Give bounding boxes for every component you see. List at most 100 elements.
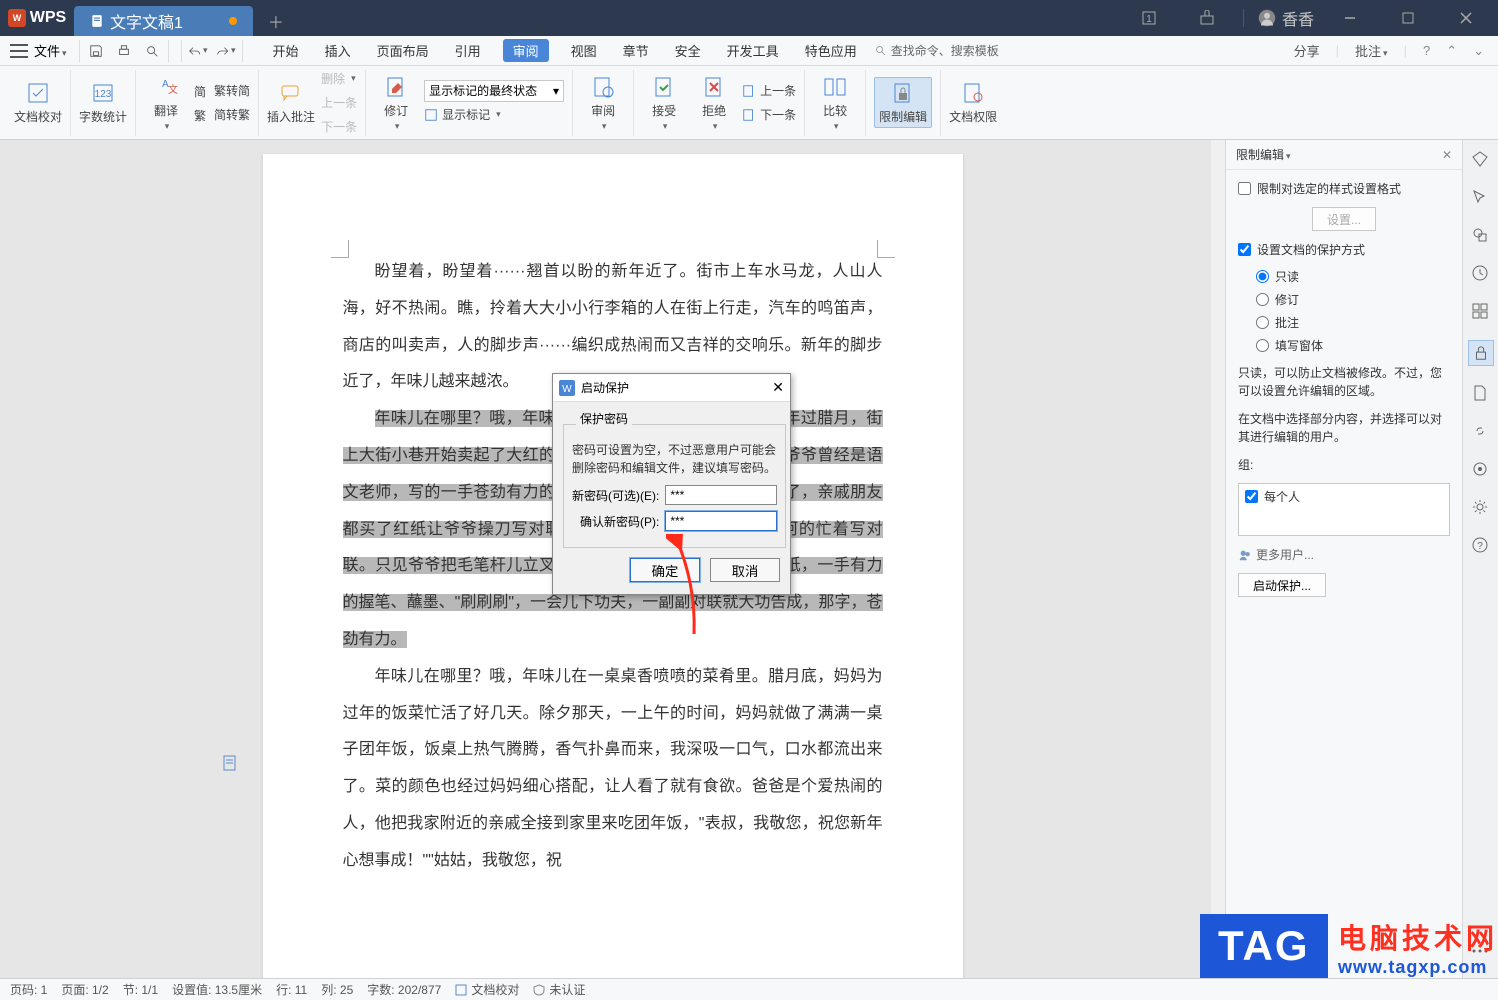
wordcount-button[interactable]: 123字数统计 xyxy=(79,80,127,125)
delete-comment-button[interactable]: 删除 xyxy=(321,68,357,90)
option-form[interactable]: 填写窗体 xyxy=(1256,337,1450,354)
new-tab-button[interactable]: ＋ xyxy=(261,6,291,36)
track-display-dropdown[interactable]: 显示标记的最终状态▾ xyxy=(424,80,564,102)
status-auth[interactable]: 未认证 xyxy=(533,981,585,998)
accept-button[interactable]: 接受 xyxy=(642,74,686,132)
settings-button[interactable]: 设置... xyxy=(1312,207,1376,231)
translate-button[interactable]: A文翻译 xyxy=(144,74,188,132)
dialog-hint: 密码可设置为空，不过恶意用户可能会删除密码和编辑文件，建议填写密码。 xyxy=(572,441,777,477)
dialog-titlebar[interactable]: W 启动保护 ✕ xyxy=(553,374,790,402)
start-protect-button[interactable]: 启动保护... xyxy=(1238,573,1326,597)
menu-insert[interactable]: 插入 xyxy=(321,39,355,62)
watermark-line1: 电脑技术网 xyxy=(1338,917,1498,957)
next-change-button[interactable]: 下一条 xyxy=(742,104,796,126)
confirm-password-input[interactable] xyxy=(665,511,777,531)
menu-pagelayout[interactable]: 页面布局 xyxy=(373,39,433,62)
redo-button[interactable] xyxy=(216,41,236,61)
menu-hamburger-icon[interactable] xyxy=(10,44,28,58)
status-line[interactable]: 行: 11 xyxy=(276,981,307,998)
clock-icon[interactable] xyxy=(1471,264,1491,284)
select-icon[interactable] xyxy=(1471,188,1491,208)
menu-chapter[interactable]: 章节 xyxy=(619,39,653,62)
start-protection-dialog: W 启动保护 ✕ 保护密码 密码可设置为空，不过恶意用户可能会删除密码和编辑文件… xyxy=(552,373,791,595)
document-tab[interactable]: 文字文稿1 xyxy=(74,6,253,36)
everyone-checkbox[interactable]: 每个人 xyxy=(1245,488,1443,505)
restrict-editing-button[interactable]: 限制编辑 xyxy=(874,77,932,128)
shape-icon[interactable] xyxy=(1471,226,1491,246)
badge-icon[interactable]: 1 xyxy=(1127,0,1171,36)
dialog-close-button[interactable]: ✕ xyxy=(772,379,784,396)
menu-start[interactable]: 开始 xyxy=(269,39,303,62)
print-icon[interactable] xyxy=(114,41,134,61)
annotate-button[interactable]: 批注 xyxy=(1355,41,1388,60)
collapse-ribbon-icon[interactable]: ⌃ xyxy=(1446,43,1457,59)
prev-comment-button[interactable]: 上一条 xyxy=(321,92,357,114)
menu-references[interactable]: 引用 xyxy=(451,39,485,62)
status-section[interactable]: 节: 1/1 xyxy=(123,981,158,998)
review-button[interactable]: 审阅 xyxy=(581,74,625,132)
restrict-format-checkbox[interactable]: 限制对选定的样式设置格式 xyxy=(1238,180,1450,197)
undo-button[interactable] xyxy=(188,41,208,61)
maximize-button[interactable] xyxy=(1386,0,1430,36)
option-readonly[interactable]: 只读 xyxy=(1256,268,1450,285)
ok-button[interactable]: 确定 xyxy=(630,558,700,582)
minimize-button[interactable] xyxy=(1328,0,1372,36)
prev-change-button[interactable]: 上一条 xyxy=(742,80,796,102)
more-users-link[interactable]: 更多用户... xyxy=(1238,546,1450,563)
command-search[interactable]: 查找命令、搜索模板 xyxy=(875,42,999,59)
user-menu[interactable]: 香香 xyxy=(1258,6,1314,30)
svg-text:123: 123 xyxy=(95,89,112,100)
reject-button[interactable]: 拒绝 xyxy=(692,74,736,132)
gear-icon[interactable] xyxy=(1471,498,1491,518)
status-page-no[interactable]: 页码: 1 xyxy=(10,981,47,998)
more-icon[interactable]: ⌄ xyxy=(1473,43,1484,59)
new-password-input[interactable] xyxy=(665,485,777,505)
vertical-scrollbar[interactable] xyxy=(1211,140,1225,978)
set-protect-checkbox[interactable]: 设置文档的保护方式 xyxy=(1238,241,1450,258)
doc-fold-icon[interactable] xyxy=(1471,384,1491,404)
insert-comment-button[interactable]: 插入批注 xyxy=(267,80,315,125)
gutter-doc-icon[interactable] xyxy=(222,755,240,773)
trad2simp-button[interactable]: 简繁转简 xyxy=(194,80,250,102)
status-pos[interactable]: 设置值: 13.5厘米 xyxy=(172,981,262,998)
menu-review[interactable]: 审阅 xyxy=(503,39,549,62)
status-words[interactable]: 字数: 202/877 xyxy=(367,981,441,998)
option-comment[interactable]: 批注 xyxy=(1256,314,1450,331)
help-circle-icon[interactable]: ? xyxy=(1471,536,1491,556)
diamond-icon[interactable] xyxy=(1471,150,1491,170)
watermark: TAG 电脑技术网 www.tagxp.com xyxy=(1200,914,1498,978)
next-comment-button[interactable]: 下一条 xyxy=(321,116,357,138)
file-menu[interactable]: 文件 xyxy=(34,41,67,60)
paragraph[interactable]: 年味儿在哪里？哦，年味儿在一桌桌香喷喷的菜肴里。腊月底，妈妈为过年的饭菜忙活了好… xyxy=(343,659,883,880)
circle-icon[interactable] xyxy=(1471,460,1491,480)
gift-icon[interactable] xyxy=(1185,0,1229,36)
save-icon[interactable] xyxy=(86,41,106,61)
compare-button[interactable]: 比较 xyxy=(813,74,857,132)
print-preview-icon[interactable] xyxy=(142,41,162,61)
status-col[interactable]: 列: 25 xyxy=(321,981,353,998)
panel-title[interactable]: 限制编辑 xyxy=(1236,146,1291,163)
panel-close-icon[interactable]: ✕ xyxy=(1442,148,1452,162)
lock-icon[interactable] xyxy=(1468,340,1494,366)
doc-permission-button[interactable]: 文档权限 xyxy=(949,80,997,125)
menu-view[interactable]: 视图 xyxy=(567,39,601,62)
status-proofing[interactable]: 文档校对 xyxy=(455,981,519,998)
proofread-button[interactable]: 文档校对 xyxy=(14,80,62,125)
statusbar: 页码: 1 页面: 1/2 节: 1/1 设置值: 13.5厘米 行: 11 列… xyxy=(0,978,1498,1000)
close-button[interactable] xyxy=(1444,0,1488,36)
cancel-button[interactable]: 取消 xyxy=(710,558,780,582)
revise-button[interactable]: 修订 xyxy=(374,74,418,132)
chain-icon[interactable] xyxy=(1471,422,1491,442)
share-button[interactable]: 分享 xyxy=(1294,41,1320,60)
wps-icon: W xyxy=(8,9,26,27)
menu-devtools[interactable]: 开发工具 xyxy=(723,39,783,62)
grid-icon[interactable] xyxy=(1471,302,1491,322)
status-page[interactable]: 页面: 1/2 xyxy=(61,981,108,998)
menu-special[interactable]: 特色应用 xyxy=(801,39,861,62)
show-marks-button[interactable]: 显示标记 xyxy=(424,104,564,126)
dialog-app-icon: W xyxy=(559,380,575,396)
simp2trad-button[interactable]: 繁简转繁 xyxy=(194,104,250,126)
help-icon[interactable]: ? xyxy=(1423,43,1430,58)
option-revise[interactable]: 修订 xyxy=(1256,291,1450,308)
menu-security[interactable]: 安全 xyxy=(671,39,705,62)
